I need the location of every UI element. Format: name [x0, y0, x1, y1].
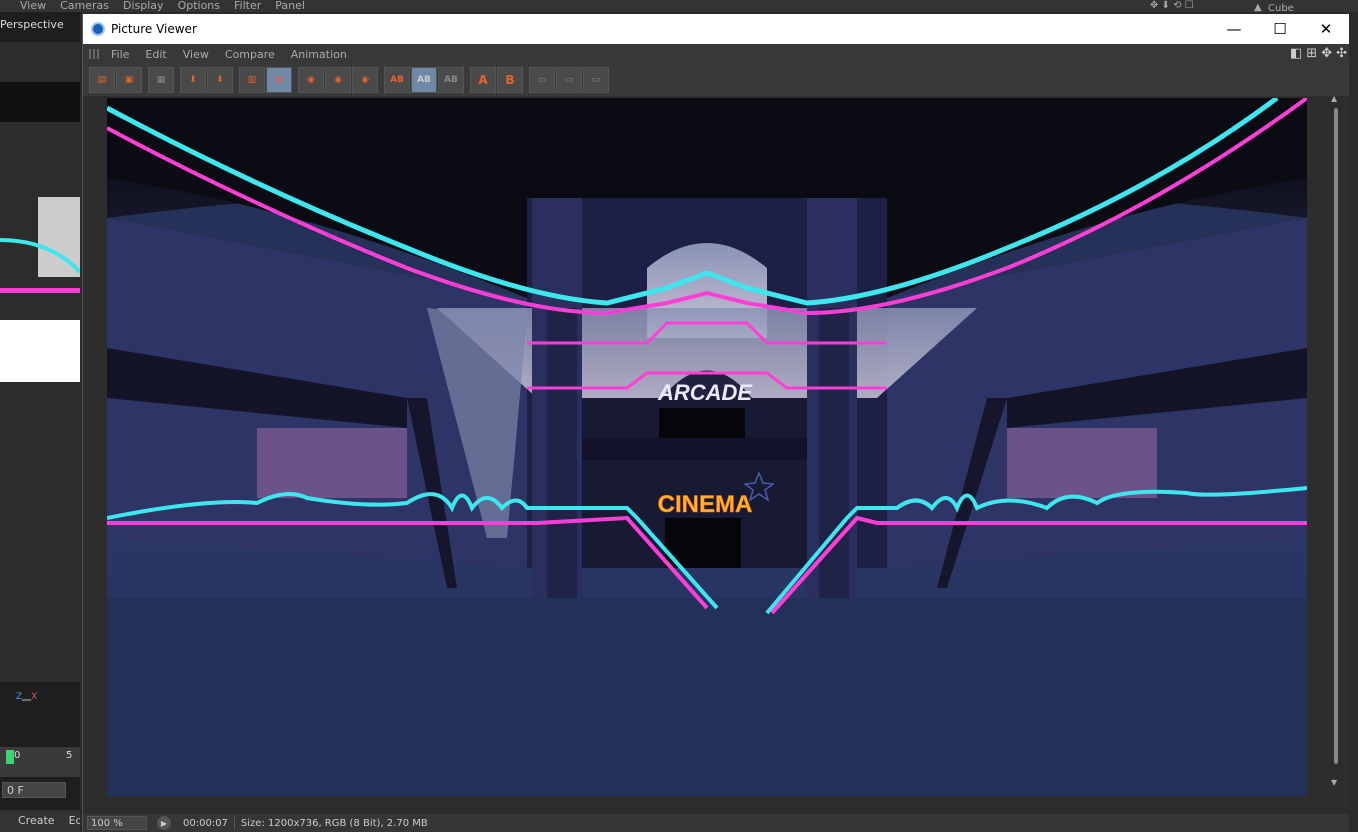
swap-icon[interactable]: ▭ — [529, 67, 555, 93]
view-a-icon[interactable]: ◉ — [298, 67, 324, 93]
menu-bar: File Edit View Compare Animation ◧ ⊞ ✥ ✣ — [83, 44, 1349, 64]
picture-viewer-window: Picture Viewer — ☐ ✕ File Edit View Comp… — [82, 14, 1349, 832]
title-bar[interactable]: Picture Viewer — ☐ ✕ — [83, 14, 1349, 44]
stop-render-icon[interactable]: ▥ — [239, 67, 265, 93]
perspective-viewport[interactable]: Y — [0, 42, 80, 682]
minimize-button[interactable]: — — [1211, 14, 1257, 44]
cinema-sign: CINEMA — [658, 491, 753, 518]
view-b-icon[interactable]: ◉ — [325, 67, 351, 93]
menu-file[interactable]: File — [103, 48, 137, 61]
create-menu[interactable]: Create — [18, 810, 55, 832]
cinema4d-app-icon — [91, 22, 105, 36]
background-right-panel — [1348, 12, 1358, 832]
status-bar: 100 % ▶ 00:00:07 Size: 1200x736, RGB (8 … — [83, 814, 1349, 832]
copy-render-icon[interactable]: ▥ — [266, 67, 292, 93]
image-info: Size: 1200x736, RGB (8 Bit), 2.70 MB — [240, 817, 428, 829]
viewport-geometry — [0, 82, 80, 122]
timeline[interactable]: 0 5 — [0, 747, 80, 777]
bottom-menu: Create Ed — [0, 810, 80, 832]
open-file-icon[interactable]: ▤ — [89, 67, 115, 93]
ab-diff-icon[interactable]: AB — [438, 67, 464, 93]
compare-settings-icon[interactable]: ▭ — [583, 67, 609, 93]
new-panel-icon[interactable]: ⊞ — [1306, 46, 1317, 61]
grip-icon[interactable] — [89, 49, 99, 59]
overlay-icon[interactable]: ▭ — [556, 67, 582, 93]
save-file-icon[interactable]: ▣ — [116, 67, 142, 93]
bg-menu-cameras[interactable]: Cameras — [60, 0, 109, 12]
viewport-geometry — [0, 320, 80, 382]
bg-menu-filter[interactable]: Filter — [234, 0, 261, 12]
window-title: Picture Viewer — [111, 22, 197, 36]
timeline-tick: 5 — [66, 750, 73, 761]
layout-columns-icon[interactable]: ◧ — [1290, 46, 1302, 61]
cube-icon: ▲ — [1254, 2, 1262, 13]
object-name[interactable]: Cube — [1268, 3, 1294, 14]
viewport-label[interactable]: Perspective — [0, 18, 64, 31]
layout-icons: ◧ ⊞ ✥ ✣ — [1290, 46, 1347, 61]
bg-menu-view[interactable]: View — [20, 0, 46, 12]
bg-menu-options[interactable]: Options — [178, 0, 220, 12]
toolbar: ▤ ▣ ▦ ⬇ ⬇ ▥ ▥ ◉ ◉ ◉ AB AB AB A B ▭ ▭ ▭ — [83, 64, 1349, 96]
image-viewport[interactable]: ARCADE CINEMA ▲ ▼ — [83, 94, 1349, 814]
scroll-down-icon[interactable]: ▼ — [1331, 778, 1337, 787]
bg-menu-panel[interactable]: Panel — [275, 0, 305, 12]
move-icon[interactable]: ✥ ⬇ ⟲ ☐ — [1150, 0, 1194, 11]
view-ab-icon[interactable]: ◉ — [352, 67, 378, 93]
render-region-icon[interactable]: ⬇ — [180, 67, 206, 93]
background-object-label: ✥ ⬇ ⟲ ☐ ▲ Cube — [1150, 0, 1358, 14]
maximize-button[interactable]: ☐ — [1257, 14, 1303, 44]
menu-edit[interactable]: Edit — [137, 48, 174, 61]
resize-panel-icon[interactable]: ✣ — [1336, 46, 1347, 61]
divider — [233, 816, 235, 830]
axis-gizmo-zx: Z‗‗X — [16, 692, 38, 702]
ab-compare-icon[interactable]: AB — [384, 67, 410, 93]
render-icon[interactable]: ⬇ — [207, 67, 233, 93]
close-button[interactable]: ✕ — [1303, 14, 1349, 44]
menu-animation[interactable]: Animation — [283, 48, 355, 61]
zoom-field[interactable]: 100 % — [87, 816, 147, 830]
move-panel-icon[interactable]: ✥ — [1321, 46, 1332, 61]
arcade-sign: ARCADE — [657, 380, 753, 405]
vertical-scrollbar[interactable]: ▲ ▼ — [1331, 94, 1341, 788]
render-scene: ARCADE CINEMA — [105, 95, 1309, 796]
timeline-playhead[interactable] — [6, 750, 14, 764]
scrollbar-thumb[interactable] — [1334, 108, 1338, 764]
edit-menu[interactable]: Ed — [69, 810, 80, 832]
grid-icon[interactable]: ▦ — [148, 67, 174, 93]
background-viewport-panel: Perspective Y Z‗‗X 0 5 0 F Create Ed — [0, 12, 80, 832]
set-b-icon[interactable]: B — [497, 67, 523, 93]
play-icon[interactable]: ▶ — [157, 816, 171, 830]
rendered-image: ARCADE CINEMA — [105, 95, 1309, 796]
viewport-neon-lines — [0, 238, 80, 293]
menu-compare[interactable]: Compare — [217, 48, 283, 61]
frame-field[interactable]: 0 F — [2, 782, 66, 798]
ab-split-icon[interactable]: AB — [411, 67, 437, 93]
bg-menu-display[interactable]: Display — [123, 0, 164, 12]
menu-view[interactable]: View — [175, 48, 217, 61]
time-readout: 00:00:07 — [183, 817, 228, 829]
set-a-icon[interactable]: A — [470, 67, 496, 93]
timeline-start: 0 — [14, 750, 21, 761]
scroll-up-icon[interactable]: ▲ — [1331, 94, 1337, 103]
